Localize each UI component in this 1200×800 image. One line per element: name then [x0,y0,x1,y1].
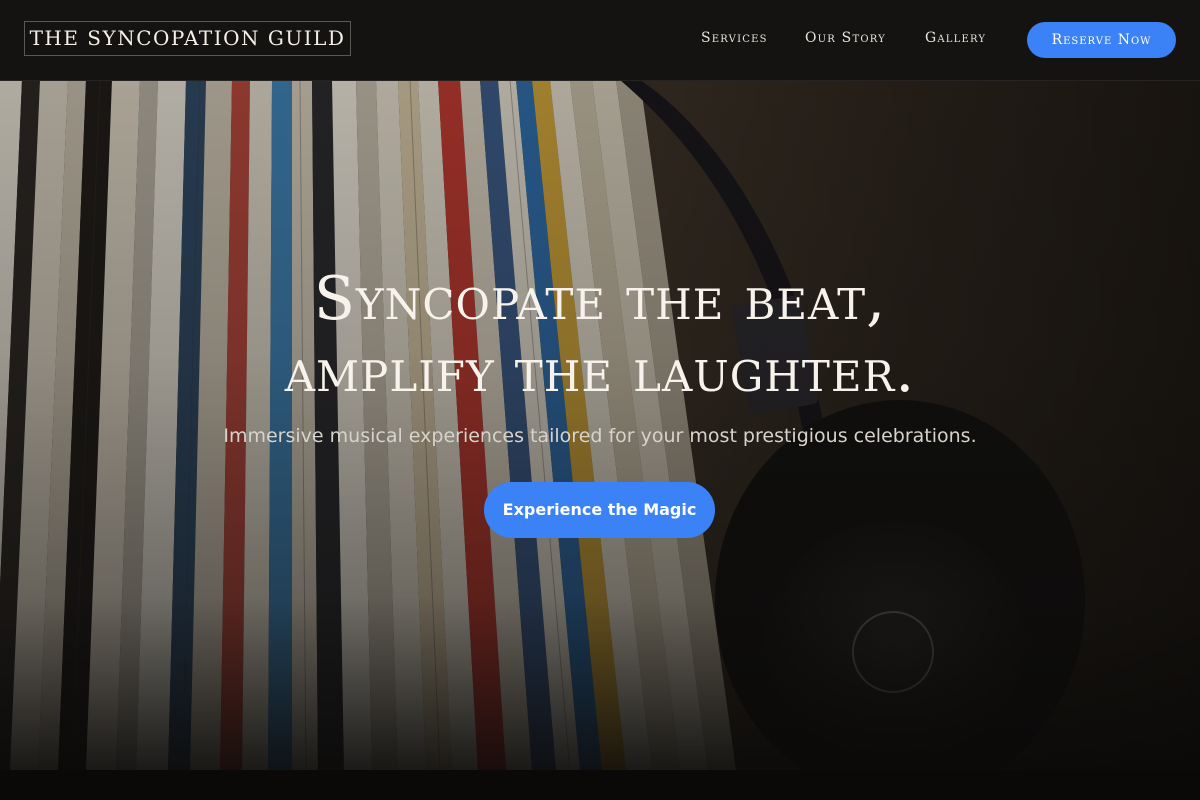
hero-title-line-2: amplify the laughter. [284,336,916,406]
experience-the-magic-button[interactable]: Experience the Magic [484,482,715,538]
nav-link-our-story[interactable]: Our Story [805,30,886,46]
nav-link-gallery[interactable]: Gallery [925,30,986,46]
brand-logo[interactable]: THE SYNCOPATION GUILD [24,21,351,56]
hero-section: Syncopate the beat, amplify the laughter… [0,80,1200,770]
hero-title: Syncopate the beat, amplify the laughter… [0,263,1200,407]
top-nav: THE SYNCOPATION GUILD Services Our Story… [0,0,1200,81]
nav-link-services[interactable]: Services [701,30,768,46]
page-bottom-band [0,770,1200,800]
hero-title-line-1: Syncopate the beat, [313,264,887,334]
hero-subtitle: Immersive musical experiences tailored f… [223,425,977,447]
reserve-now-button[interactable]: Reserve Now [1027,22,1176,58]
